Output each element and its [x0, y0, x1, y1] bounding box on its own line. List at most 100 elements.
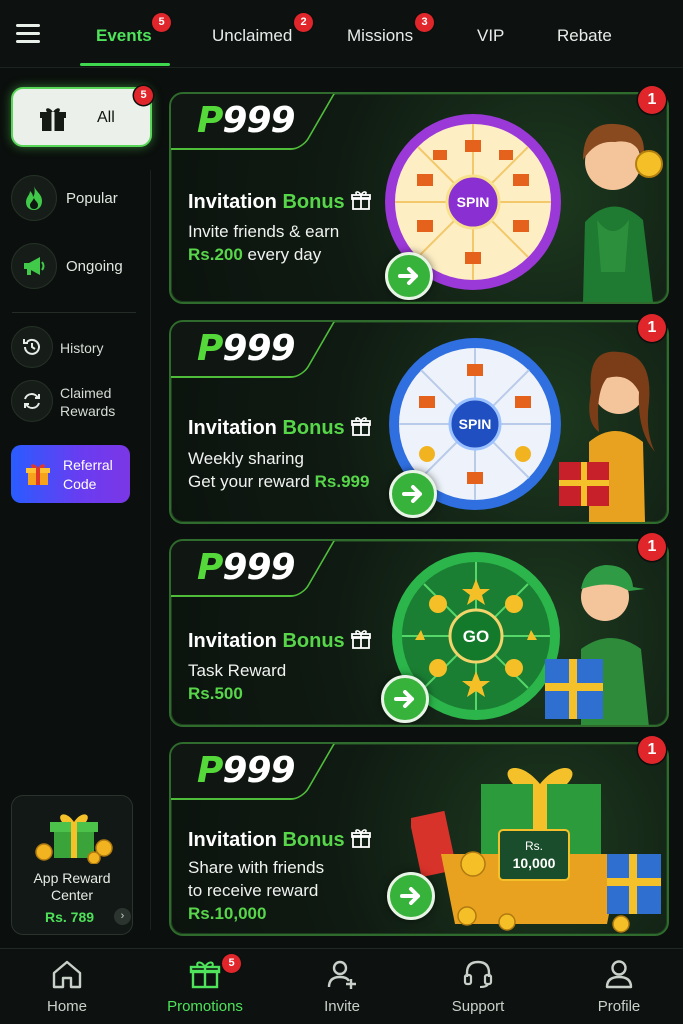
promo-card-1[interactable]: P999 Invitation Bonus Invite friends & e… — [169, 92, 669, 304]
sidebar-item-claimed-label-1: Claimed — [60, 385, 112, 401]
card-reward-amount: Rs.10,000 — [188, 904, 267, 923]
headset-icon — [463, 960, 493, 988]
sidebar-all-badge: 5 — [134, 86, 153, 105]
tab-rebate-label: Rebate — [557, 26, 612, 45]
wheel-center-label: SPIN — [459, 416, 492, 432]
logo-letter: P — [197, 547, 223, 588]
sidebar-item-history[interactable]: History — [11, 326, 141, 370]
card-desc-line-2: Rs.200 every day — [188, 243, 321, 266]
logo-number: 999 — [222, 328, 295, 369]
brand-logo: P999 — [197, 328, 296, 369]
card-title-main: Invitation — [188, 417, 283, 439]
tab-events[interactable]: Events — [96, 26, 152, 46]
card-desc-line-1: Share with friends — [188, 858, 325, 877]
chevron-right-icon[interactable]: › — [114, 908, 131, 925]
gift-icon — [39, 105, 67, 138]
card-title: Invitation Bonus — [188, 828, 371, 854]
nav-promotions-label: Promotions — [167, 998, 243, 1015]
character-illustration — [559, 351, 655, 522]
sidebar-item-popular[interactable]: Popular — [11, 175, 146, 223]
card-desc-line-1: Weekly sharing — [188, 449, 304, 468]
gift-icon — [189, 961, 221, 989]
nav-invite[interactable]: Invite — [287, 959, 397, 1015]
promo-card-4[interactable]: P999 Invitation Bonus Share with friends… — [169, 742, 669, 936]
note-label-amount: 10,000 — [513, 855, 556, 871]
sidebar-item-all[interactable]: All — [11, 87, 152, 147]
sidebar-item-ongoing[interactable]: Ongoing — [11, 243, 146, 291]
tab-unclaimed[interactable]: Unclaimed — [212, 26, 292, 46]
sidebar-divider — [12, 312, 136, 313]
card-reward-amount: Rs.500 — [188, 684, 243, 703]
card-desc-rest: every day — [242, 245, 322, 264]
go-arrow-button[interactable] — [381, 675, 429, 723]
nav-profile[interactable]: Profile — [564, 959, 674, 1015]
app-reward-center[interactable]: App Reward Center Rs. 789 › — [11, 795, 133, 935]
brand-logo: P999 — [197, 750, 296, 791]
referral-label-2: Code — [63, 476, 97, 492]
card-2-badge: 1 — [638, 314, 666, 342]
nav-profile-label: Profile — [597, 998, 641, 1015]
tab-missions[interactable]: Missions — [347, 26, 413, 46]
arrow-right-icon — [398, 267, 418, 285]
card-title-main: Invitation — [188, 829, 283, 851]
card-1-badge: 1 — [638, 86, 666, 114]
arrow-right-icon — [394, 690, 414, 708]
note-label-top: Rs. — [525, 839, 543, 853]
card-desc-pre: Get your reward — [188, 472, 315, 491]
sidebar-item-all-label: All — [97, 109, 115, 126]
card-title-main: Invitation — [188, 191, 283, 213]
tab-unclaimed-badge: 2 — [294, 13, 313, 32]
card-desc-line-3: Rs.10,000 — [188, 902, 266, 925]
promo-card-3[interactable]: P999 Invitation Bonus Task Reward Rs.500… — [169, 539, 669, 727]
tab-vip-label: VIP — [477, 26, 505, 45]
logo-number: 999 — [222, 750, 295, 791]
reward-center-label-1: App Reward — [33, 870, 111, 886]
wheel-center-label: GO — [463, 627, 489, 646]
menu-icon[interactable] — [16, 24, 40, 44]
gift-icon — [350, 828, 371, 854]
card-reward-amount: Rs.200 — [188, 245, 243, 264]
go-arrow-button[interactable] — [389, 470, 437, 518]
tab-events-label: Events — [96, 26, 152, 45]
brand-logo: P999 — [197, 547, 296, 588]
tab-rebate[interactable]: Rebate — [557, 26, 612, 46]
tab-events-badge: 5 — [152, 13, 171, 32]
gift-coins-icon — [34, 808, 114, 869]
gift-icon — [350, 190, 371, 216]
home-icon — [52, 960, 82, 989]
reward-center-amount: Rs. 789 — [45, 909, 95, 925]
go-arrow-button[interactable] — [385, 252, 433, 300]
card-title: Invitation Bonus — [188, 416, 371, 442]
tab-vip[interactable]: VIP — [477, 26, 504, 46]
go-arrow-button[interactable] — [387, 872, 435, 920]
card-desc-line-2: to receive reward — [188, 881, 319, 900]
card-desc-line-1: Invite friends & earn — [188, 222, 340, 241]
reward-center-label-2: Center — [50, 887, 94, 903]
card-3-badge: 1 — [638, 533, 666, 561]
arrow-right-icon — [400, 887, 420, 905]
logo-letter: P — [197, 750, 223, 791]
card-desc-line-2: Rs.500 — [188, 682, 243, 705]
referral-code-button[interactable]: Referral Code — [11, 445, 130, 503]
card-title-highlight: Bonus — [282, 829, 345, 851]
top-tab-bar: Events 5 Unclaimed 2 Missions 3 VIP Reba… — [0, 0, 683, 68]
nav-home[interactable]: Home — [12, 959, 122, 1015]
logo-letter: P — [197, 328, 223, 369]
gift-icon — [350, 416, 371, 442]
nav-home-label: Home — [46, 998, 87, 1015]
tab-missions-label: Missions — [347, 26, 414, 45]
card-title-main: Invitation — [188, 630, 283, 652]
sidebar-item-claimed-rewards[interactable]: Claimed Rewards — [11, 380, 141, 424]
card-title-highlight: Bonus — [282, 630, 345, 652]
promo-card-2[interactable]: P999 Invitation Bonus Weekly sharing Get… — [169, 320, 669, 524]
sidebar-item-claimed-label-2: Rewards — [60, 403, 116, 419]
character-illustration — [583, 123, 663, 302]
nav-support[interactable]: Support — [423, 959, 533, 1015]
megaphone-icon — [11, 243, 57, 289]
character-illustration — [545, 565, 649, 725]
sidebar-item-ongoing-label: Ongoing — [66, 258, 123, 275]
logo-number: 999 — [222, 100, 295, 141]
nav-promotions[interactable]: Promotions — [150, 959, 260, 1015]
card-reward-amount: Rs.999 — [314, 472, 370, 491]
user-icon — [605, 960, 633, 989]
